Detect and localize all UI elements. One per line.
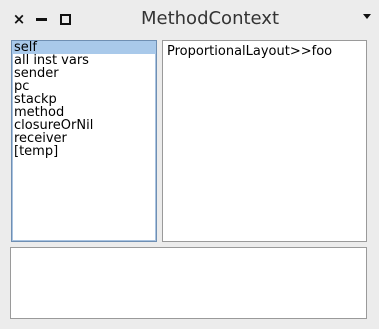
maximize-button[interactable] <box>56 10 74 28</box>
window-menu-icon[interactable] <box>363 14 371 19</box>
window-title: MethodContext <box>140 8 280 29</box>
field-item-temp[interactable]: [temp] <box>12 145 156 158</box>
evaluator-pane[interactable] <box>10 247 367 319</box>
inspector-window: × MethodContext self all inst vars sende… <box>0 0 379 329</box>
maximize-icon <box>59 13 71 25</box>
field-list[interactable]: self all inst vars sender pc stackp meth… <box>11 40 157 242</box>
close-button[interactable]: × <box>10 10 28 28</box>
minimize-icon <box>35 17 47 21</box>
field-item-sender[interactable]: sender <box>12 67 156 80</box>
title-bar[interactable]: × MethodContext <box>0 0 379 38</box>
close-icon: × <box>12 10 26 28</box>
value-pane[interactable]: ProportionalLayout>>foo <box>162 40 367 242</box>
minimize-button[interactable] <box>32 10 50 28</box>
value-text: ProportionalLayout>>foo <box>167 44 333 59</box>
